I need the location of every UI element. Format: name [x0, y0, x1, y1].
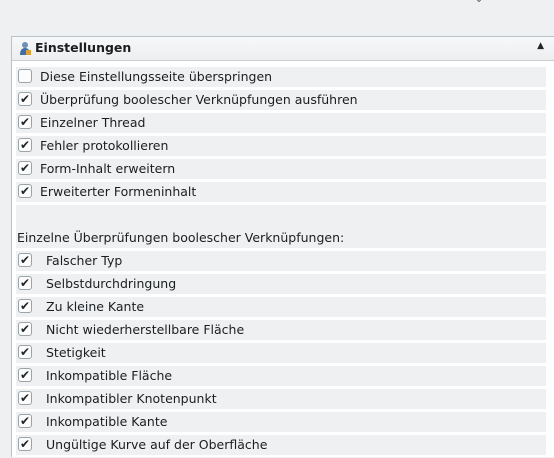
option-run-boolean-check[interactable]: ✔ Überprüfung boolescher Verknüpfungen a…	[16, 90, 546, 110]
option-log-errors[interactable]: ✔ Fehler protokollieren	[16, 136, 546, 156]
option-expand-shape[interactable]: ✔ Form-Inhalt erweitern	[16, 159, 546, 179]
check-wrong-type[interactable]: ✔ Falscher Typ	[16, 251, 546, 271]
checkbox[interactable]: ✔	[18, 92, 32, 106]
checkbox[interactable]: ✔	[18, 299, 32, 313]
check-label: Inkompatibler Knotenpunkt	[46, 391, 217, 406]
option-label: Überprüfung boolescher Verknüpfungen aus…	[40, 92, 358, 107]
checkbox[interactable]: ✔	[18, 276, 32, 290]
check-label: Zu kleine Kante	[46, 299, 145, 314]
check-self-intersection[interactable]: ✔ Selbstdurchdringung	[16, 274, 546, 294]
chevron-down-icon[interactable]: ⌄	[473, 0, 485, 4]
checkbox[interactable]: ✔	[18, 184, 32, 198]
checkbox[interactable]: ✔	[18, 368, 32, 382]
option-single-thread[interactable]: ✔ Einzelner Thread	[16, 113, 546, 133]
section-spacer	[16, 205, 546, 225]
check-incompatible-edge[interactable]: ✔ Inkompatible Kante	[16, 412, 546, 432]
check-label: Selbstdurchdringung	[46, 276, 177, 291]
checks-section-label: Einzelne Überprüfungen boolescher Verknü…	[16, 225, 546, 248]
option-label: Erweiterter Formeninhalt	[40, 184, 197, 199]
check-label: Falscher Typ	[46, 253, 123, 268]
checkbox[interactable]: ✔	[18, 115, 32, 129]
user-settings-icon	[20, 42, 31, 55]
settings-panel: Einstellungen ▲ Diese Einstellungsseite …	[11, 36, 554, 457]
option-label: Fehler protokollieren	[40, 138, 169, 153]
check-small-edge[interactable]: ✔ Zu kleine Kante	[16, 297, 546, 317]
option-label: Einzelner Thread	[40, 115, 146, 130]
checkbox[interactable]	[18, 69, 32, 83]
option-advanced-shape[interactable]: ✔ Erweiterter Formeninhalt	[16, 182, 546, 202]
panel-title: Einstellungen	[35, 40, 132, 55]
checkbox[interactable]: ✔	[18, 437, 32, 451]
collapse-up-icon[interactable]: ▲	[537, 41, 544, 51]
check-label: Inkompatible Kante	[46, 414, 168, 429]
check-label: Inkompatible Fläche	[46, 368, 173, 383]
checkbox[interactable]: ✔	[18, 161, 32, 175]
check-incompatible-vertex[interactable]: ✔ Inkompatibler Knotenpunkt	[16, 389, 546, 409]
panel-header[interactable]: Einstellungen ▲	[12, 37, 554, 61]
check-label: Nicht wiederherstellbare Fläche	[46, 322, 245, 337]
settings-content: Diese Einstellungsseite überspringen ✔ Ü…	[16, 67, 546, 458]
checkbox[interactable]: ✔	[18, 322, 32, 336]
check-label: Ungültige Kurve auf der Oberfläche	[46, 437, 268, 452]
option-label: Diese Einstellungsseite überspringen	[40, 69, 273, 84]
checkbox[interactable]: ✔	[18, 391, 32, 405]
checkbox[interactable]: ✔	[18, 253, 32, 267]
check-incompatible-face[interactable]: ✔ Inkompatible Fläche	[16, 366, 546, 386]
checkbox[interactable]: ✔	[18, 138, 32, 152]
check-label: Stetigkeit	[46, 345, 106, 360]
checkbox[interactable]: ✔	[18, 414, 32, 428]
check-invalid-curve[interactable]: ✔ Ungültige Kurve auf der Oberfläche	[16, 435, 546, 455]
check-unrecoverable-face[interactable]: ✔ Nicht wiederherstellbare Fläche	[16, 320, 546, 340]
option-label: Form-Inhalt erweitern	[40, 161, 176, 176]
option-skip-page[interactable]: Diese Einstellungsseite überspringen	[16, 67, 546, 87]
check-continuity[interactable]: ✔ Stetigkeit	[16, 343, 546, 363]
checkbox[interactable]: ✔	[18, 345, 32, 359]
